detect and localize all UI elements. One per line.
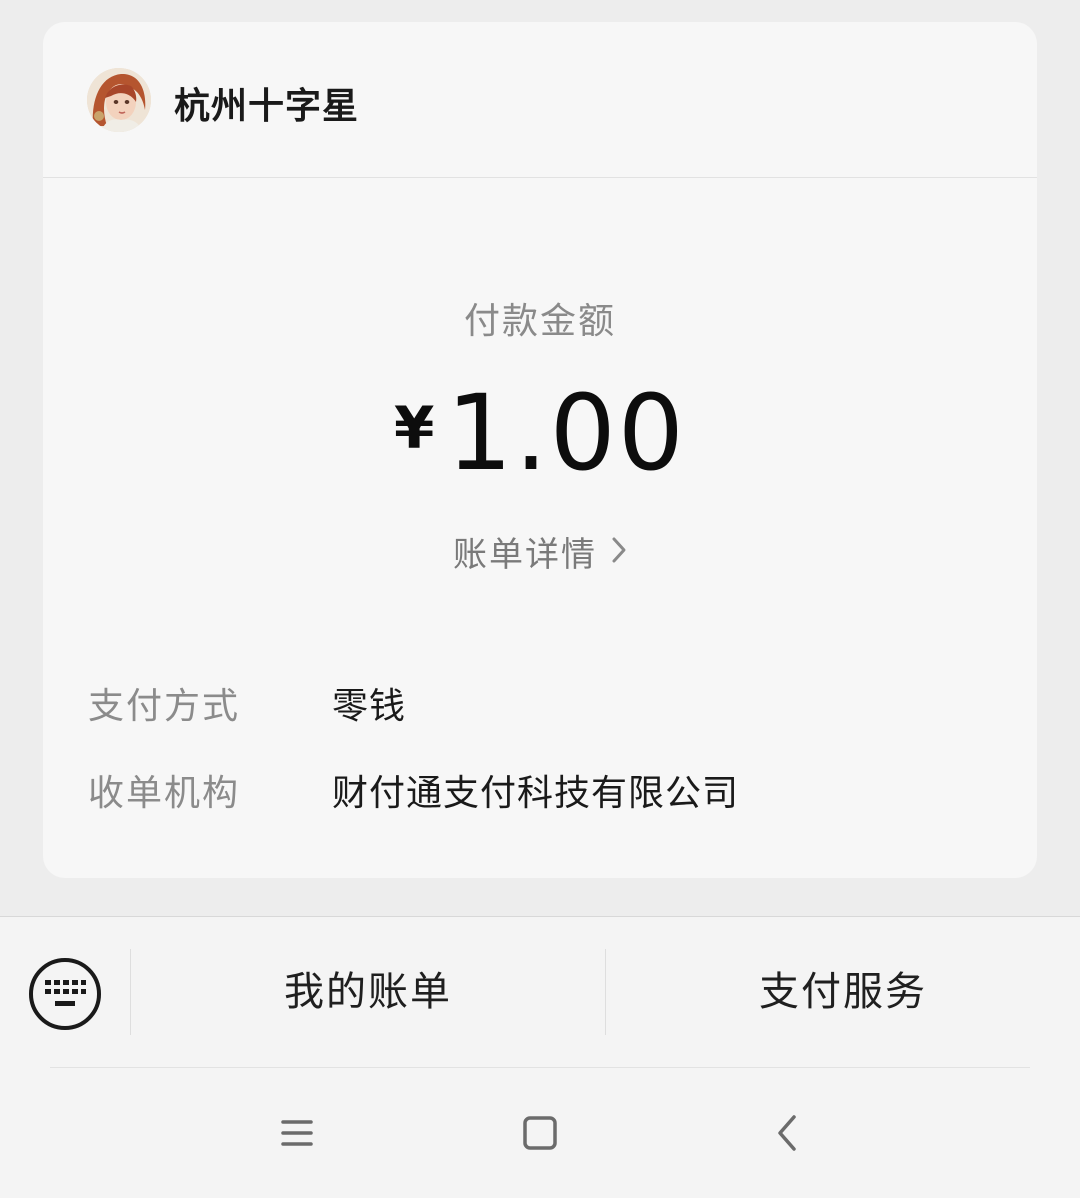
payment-card: 杭州十字星 付款金额 ¥1.00 账单详情 支付方式 零钱 收单机构 财付通支付… [43,22,1037,878]
payment-method-value: 零钱 [332,686,407,727]
header-divider [43,177,1037,178]
chevron-right-icon [611,534,627,574]
amount-value: 1.00 [446,372,686,494]
currency-symbol: ¥ [394,394,435,462]
bill-detail-link[interactable]: 账单详情 [43,527,1037,577]
acquirer-value: 财付通支付科技有限公司 [332,773,740,814]
nav-divider [50,1067,1030,1068]
square-icon[interactable] [518,1111,562,1155]
my-bills-button[interactable]: 我的账单 [131,917,605,1067]
pay-service-button[interactable]: 支付服务 [606,917,1080,1067]
bill-detail-label: 账单详情 [453,535,597,575]
system-nav-bar [0,1067,1080,1198]
merchant-name: 杭州十字星 [174,86,360,127]
payment-method-label: 支付方式 [88,686,241,727]
avatar [87,68,151,132]
chevron-left-icon[interactable] [766,1111,810,1155]
bottom-menu-bar: 我的账单 支付服务 [0,917,1080,1067]
acquirer-row: 收单机构 财付通支付科技有限公司 [88,764,988,814]
keyboard-icon[interactable] [28,957,102,1031]
amount-label: 付款金额 [463,301,616,342]
acquirer-label: 收单机构 [88,773,241,814]
amount-display: ¥1.00 [43,372,1037,494]
merchant-header[interactable]: 杭州十字星 [43,22,1037,177]
hamburger-icon[interactable] [275,1111,319,1155]
payment-method-row: 支付方式 零钱 [88,677,988,727]
